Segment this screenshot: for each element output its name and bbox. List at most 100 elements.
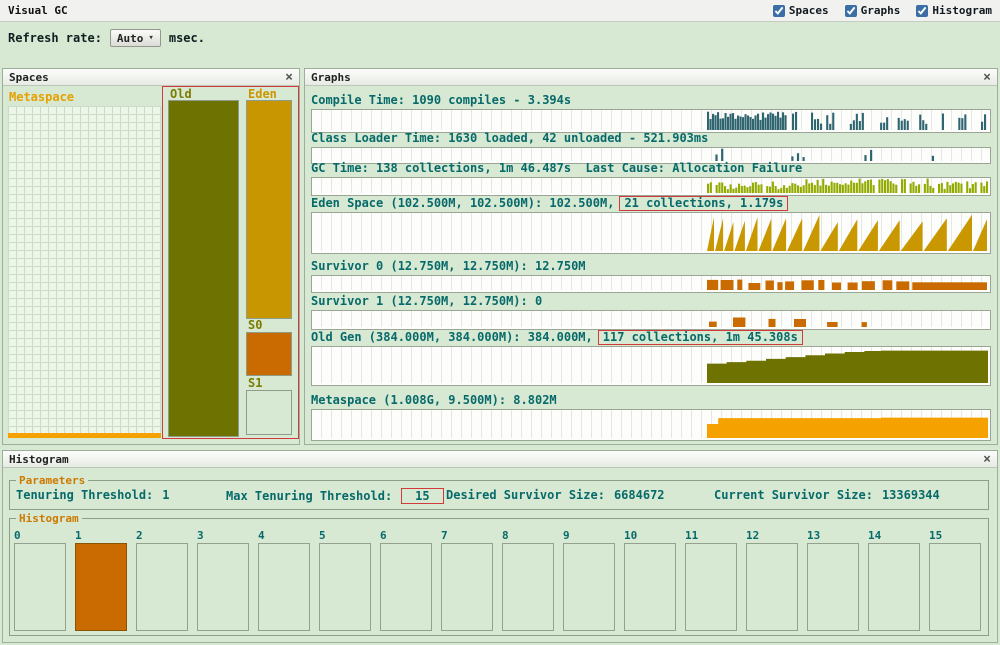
histogram-bins: 0 1 2 3 4 5 6 7 8 9 10 11 12 13 14 15 — [14, 529, 981, 631]
tenuring-threshold-param: Tenuring Threshold: 1 — [16, 488, 170, 502]
graph-row-class-loader: Class Loader Time: 1630 loaded, 42 unloa… — [311, 132, 991, 164]
histogram-checkbox-input[interactable] — [916, 4, 929, 17]
checkbox-graphs[interactable]: Graphs — [844, 4, 901, 17]
visual-gc-window: Visual GC Spaces Graphs Histogram Refres… — [0, 0, 1000, 645]
graph-label: Survivor 0 (12.750M, 12.750M): 12.750M — [311, 260, 991, 273]
refresh-toolbar: Refresh rate: Auto ▾ msec. — [0, 26, 205, 50]
max-tenuring-threshold-param: Max Tenuring Threshold: 15 — [226, 488, 444, 504]
histogram-panel-body: Parameters Tenuring Threshold: 1 Max Ten… — [3, 468, 997, 642]
histogram-bin-bar — [624, 543, 676, 631]
histogram-bin-bar — [136, 543, 188, 631]
s0-space-bar — [246, 332, 292, 376]
histogram-bin-3: 3 — [197, 529, 249, 631]
histogram-bin-4: 4 — [258, 529, 310, 631]
compile-time-graph — [311, 109, 991, 133]
spaces-panel-title: Spaces — [9, 70, 49, 84]
graphs-checkbox-input[interactable] — [844, 4, 857, 17]
metaspace-label: Metaspace — [9, 90, 75, 104]
histogram-bin-label: 8 — [502, 529, 509, 542]
graph-label-text: Metaspace (1.008G, 9.500M): 8.802M — [311, 393, 557, 407]
checkbox-graphs-label: Graphs — [860, 4, 901, 17]
checkbox-histogram-label: Histogram — [932, 4, 992, 17]
histogram-bin-label: 9 — [563, 529, 570, 542]
histogram-bin-14: 14 — [868, 529, 920, 631]
graph-label: Compile Time: 1090 compiles - 3.394s — [311, 94, 991, 107]
eden-label: Eden — [248, 87, 277, 101]
graph-label-text: Class Loader Time: 1630 loaded, 42 unloa… — [311, 131, 709, 145]
close-icon[interactable]: × — [983, 71, 991, 84]
histogram-bin-label: 7 — [441, 529, 448, 542]
graph-row-eden-space: Eden Space (102.500M, 102.500M): 102.500… — [311, 196, 991, 254]
eden-space-bar — [246, 100, 292, 319]
current-survivor-size-value: 13369344 — [881, 488, 940, 502]
max-tenuring-threshold-label: Max Tenuring Threshold: — [226, 489, 393, 503]
graph-label: Eden Space (102.500M, 102.500M): 102.500… — [311, 196, 991, 211]
graph-label: Old Gen (384.000M, 384.000M): 384.000M, … — [311, 330, 991, 345]
current-survivor-size-param: Current Survivor Size: 13369344 — [714, 488, 940, 502]
s0-label: S0 — [248, 318, 263, 332]
histogram-bin-bar — [868, 543, 920, 631]
old-label: Old — [170, 87, 192, 101]
close-icon[interactable]: × — [983, 453, 991, 466]
histogram-bin-bar — [380, 543, 432, 631]
histogram-bin-bar — [685, 543, 737, 631]
graph-label: Metaspace (1.008G, 9.500M): 8.802M — [311, 394, 991, 407]
checkbox-spaces[interactable]: Spaces — [772, 4, 829, 17]
current-survivor-size-label: Current Survivor Size: — [714, 488, 873, 502]
close-icon[interactable]: × — [285, 71, 293, 84]
histogram-bin-13: 13 — [807, 529, 859, 631]
histogram-bin-bar — [502, 543, 554, 631]
histogram-panel-title: Histogram — [9, 452, 69, 466]
graph-row-metaspace: Metaspace (1.008G, 9.500M): 8.802M — [311, 394, 991, 441]
histogram-bin-label: 6 — [380, 529, 387, 542]
title-bar: Visual GC Spaces Graphs Histogram — [0, 0, 1000, 22]
refresh-rate-value: Auto — [116, 31, 144, 45]
histogram-bin-label: 5 — [319, 529, 326, 542]
histogram-bin-label: 1 — [75, 529, 82, 542]
histogram-bin-7: 7 — [441, 529, 493, 631]
histogram-bin-bar — [929, 543, 981, 631]
graph-row-old-gen: Old Gen (384.000M, 384.000M): 384.000M, … — [311, 330, 991, 386]
histogram-bin-bar — [746, 543, 798, 631]
histogram-panel: Histogram × Parameters Tenuring Threshol… — [2, 450, 998, 643]
graph-label-text: Compile Time: 1090 compiles - 3.394s — [311, 93, 572, 107]
graph-label-text: Eden Space (102.500M, 102.500M): 102.500… — [311, 196, 615, 210]
histogram-bin-bar — [563, 543, 615, 631]
refresh-units-label: msec. — [168, 31, 205, 45]
graphs-panel: Graphs × Compile Time: 1090 compiles - 3… — [304, 68, 998, 445]
parameters-group-title: Parameters — [16, 474, 89, 487]
refresh-rate-label: Refresh rate: — [8, 31, 102, 45]
histogram-bin-8: 8 — [502, 529, 554, 631]
histogram-bin-bar — [197, 543, 249, 631]
metaspace-used-bar — [8, 433, 161, 438]
histogram-bin-label: 3 — [197, 529, 204, 542]
graph-row-survivor-1: Survivor 1 (12.750M, 12.750M): 0 — [311, 295, 991, 330]
graph-label-highlight: 21 collections, 1.179s — [619, 196, 789, 211]
histogram-bin-label: 13 — [807, 529, 821, 542]
histogram-bin-label: 2 — [136, 529, 143, 542]
graphs-panel-title: Graphs — [311, 70, 351, 84]
histogram-bin-9: 9 — [563, 529, 615, 631]
tenuring-threshold-value: 1 — [162, 488, 170, 502]
checkbox-spaces-label: Spaces — [788, 4, 829, 17]
histogram-bin-bar — [319, 543, 371, 631]
graph-label: Class Loader Time: 1630 loaded, 42 unloa… — [311, 132, 991, 145]
histogram-bin-label: 10 — [624, 529, 638, 542]
checkbox-histogram[interactable]: Histogram — [916, 4, 992, 17]
histogram-bin-11: 11 — [685, 529, 737, 631]
graph-row-gc-time: GC Time: 138 collections, 1m 46.487s Las… — [311, 162, 991, 196]
parameters-group: Parameters Tenuring Threshold: 1 Max Ten… — [9, 474, 989, 510]
histogram-bin-label: 14 — [868, 529, 882, 542]
metaspace-space — [8, 106, 161, 438]
spaces-checkbox-input[interactable] — [772, 4, 785, 17]
histogram-bin-label: 0 — [14, 529, 21, 542]
refresh-rate-select[interactable]: Auto ▾ — [109, 29, 161, 47]
histogram-bin-bar — [807, 543, 859, 631]
histogram-bin-1: 1 — [75, 529, 127, 631]
histogram-bin-bar — [441, 543, 493, 631]
graph-row-survivor-0: Survivor 0 (12.750M, 12.750M): 12.750M — [311, 260, 991, 293]
view-toggles: Spaces Graphs Histogram — [772, 4, 992, 17]
spaces-panel-header: Spaces × — [3, 69, 299, 86]
metaspace-graph — [311, 409, 991, 441]
desired-survivor-size-param: Desired Survivor Size: 6684672 — [446, 488, 665, 502]
